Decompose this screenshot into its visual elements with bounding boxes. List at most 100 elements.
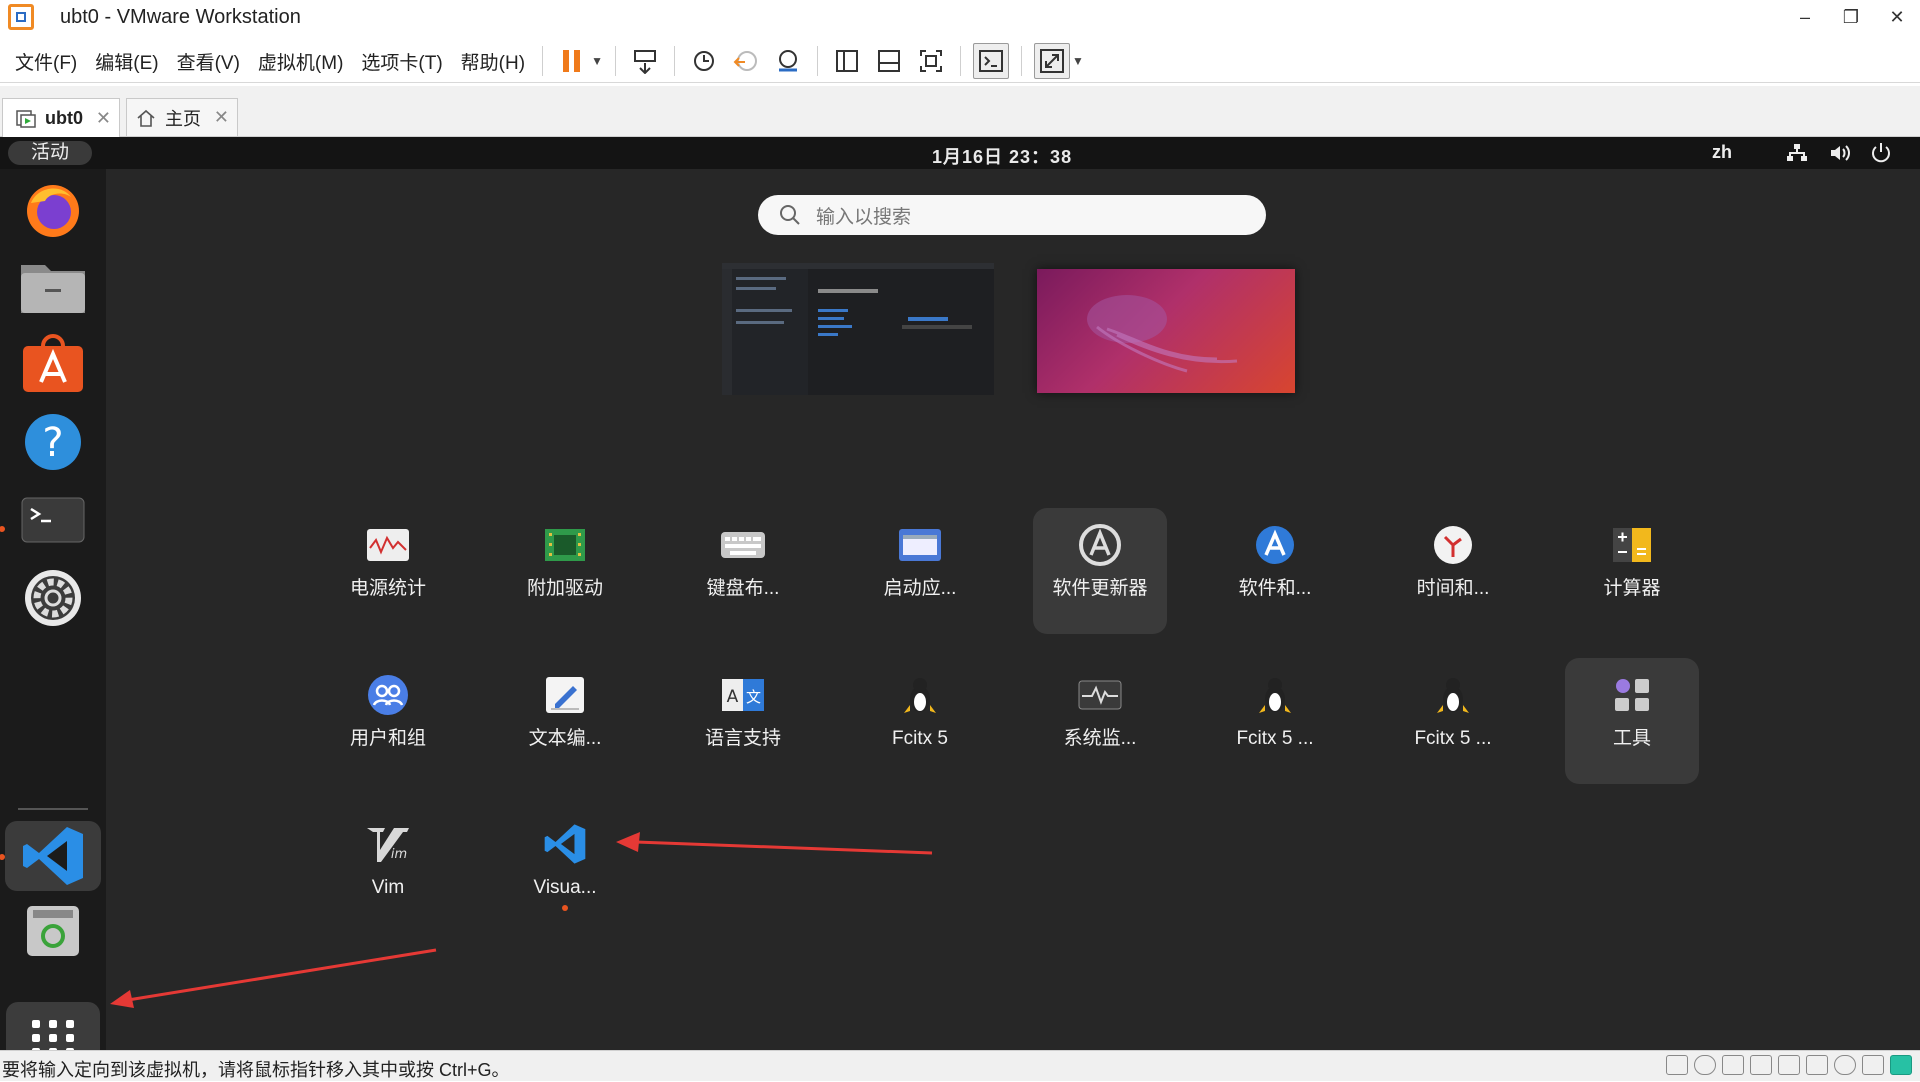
app-label: Vim [371,877,405,898]
app-software-updater[interactable]: 软件更新器 [1033,508,1167,634]
app-fcitx5-config[interactable]: Fcitx 5 ... [1208,658,1342,784]
thumbnail-button[interactable] [872,44,906,78]
volume-icon[interactable] [1828,141,1852,165]
pause-button[interactable] [555,44,589,78]
send-keys-button[interactable] [628,44,662,78]
workspace-thumbnail-vscode[interactable] [722,263,994,395]
app-keyboard-layout[interactable]: 键盘布... [676,508,810,634]
gnome-desktop: 活动 1月16日 23：38 zh ? 输入以搜索 电源统计 附加驱动 键盘布.… [0,137,1920,1050]
menu-view[interactable]: 查看(V) [170,48,249,75]
close-tab-icon[interactable]: ✕ [214,107,229,128]
usb-icon[interactable] [1750,1055,1772,1075]
app-calculator[interactable]: 计算器 [1565,508,1699,634]
keyboard-icon [720,522,766,568]
dock-terminal[interactable] [5,485,101,555]
network-icon[interactable] [1785,141,1809,165]
window-controls: – ❐ ✕ [1782,0,1920,34]
workspace-thumbnail-desktop[interactable] [1037,269,1295,393]
stretch-button[interactable] [1033,43,1070,79]
app-system-monitor[interactable]: 系统监... [1033,658,1167,784]
library-button[interactable] [830,44,864,78]
menu-help[interactable]: 帮助(H) [454,48,534,75]
fcitx-penguin-icon [897,672,943,718]
power-statistics-icon [365,522,411,568]
menu-tabs[interactable]: 选项卡(T) [354,48,451,75]
dock-settings[interactable] [5,563,101,633]
app-label: 系统监... [1063,728,1137,749]
snapshot-button[interactable] [687,44,721,78]
power-icon[interactable] [1869,141,1893,165]
search-box[interactable]: 输入以搜索 [758,195,1266,235]
menu-edit[interactable]: 编辑(E) [88,48,167,75]
app-vim[interactable]: im Vim [321,807,455,933]
dock-vscode[interactable] [5,821,101,891]
app-startup-applications[interactable]: 启动应... [853,508,987,634]
pause-dropdown-icon[interactable]: ▼ [591,54,603,68]
app-label: 文本编... [528,728,602,749]
app-additional-drivers[interactable]: 附加驱动 [498,508,632,634]
dock-files[interactable] [5,252,101,322]
printer-icon[interactable] [1806,1055,1828,1075]
gnome-top-bar: 活动 1月16日 23：38 zh [0,137,1920,169]
dock-app-center[interactable] [5,329,101,399]
dock-firefox[interactable] [5,174,101,244]
dock-separator [18,808,88,810]
fullscreen-icon [919,50,942,72]
app-label: 用户和组 [349,728,426,749]
status-message: 要将输入定向到该虚拟机，请将鼠标指针移入其中或按 Ctrl+G。 [2,1060,510,1080]
activities-button[interactable]: 活动 [8,141,92,165]
app-language-support[interactable]: A文 语言支持 [676,658,810,784]
snapshot-manager-icon [778,50,797,72]
app-fcitx5[interactable]: Fcitx 5 [853,658,987,784]
network-adapter-icon[interactable] [1722,1055,1744,1075]
search-icon [780,205,800,225]
calculator-icon [1609,522,1655,568]
close-tab-icon[interactable]: ✕ [96,108,111,129]
stretch-dropdown-icon[interactable]: ▼ [1072,54,1084,68]
app-time-date[interactable]: 时间和... [1386,508,1520,634]
display-icon[interactable] [1862,1055,1884,1075]
menu-vm[interactable]: 虚拟机(M) [251,48,352,75]
sound-card-icon[interactable] [1778,1055,1800,1075]
snapshot-manager-button[interactable] [771,44,805,78]
tab-home[interactable]: 主页 ✕ [126,98,238,136]
minimize-button[interactable]: – [1782,0,1828,34]
title-bar: ubt0 - VMware Workstation – ❐ ✕ [0,0,1920,34]
console-view-button[interactable] [972,43,1009,79]
chip-icon [542,522,588,568]
restore-button[interactable]: ❐ [1828,0,1874,34]
menu-file[interactable]: 文件(F) [8,48,86,75]
toolbar-separator [614,46,616,76]
software-sources-icon [1252,522,1298,568]
close-button[interactable]: ✕ [1874,0,1920,34]
app-software-sources[interactable]: 软件和... [1208,508,1342,634]
cd-dvd-icon[interactable] [1694,1055,1716,1075]
revert-snapshot-button[interactable] [729,44,763,78]
clock-icon [1430,522,1476,568]
snapshot-icon [693,51,714,71]
camera-icon[interactable] [1834,1055,1856,1075]
app-folder-utilities[interactable]: 工具 [1565,658,1699,784]
home-icon [137,109,155,127]
vm-tab-icon [16,110,36,128]
dock-trash[interactable] [5,895,101,965]
software-updater-icon [1077,522,1123,568]
app-visual-studio-code[interactable]: Visua... [498,807,632,933]
fullscreen-button[interactable] [914,44,948,78]
message-log-icon[interactable] [1890,1055,1912,1075]
app-fcitx5-migrator[interactable]: Fcitx 5 ... [1386,658,1520,784]
app-power-statistics[interactable]: 电源统计 [321,508,455,634]
input-method-indicator[interactable]: zh [1712,142,1732,163]
vm-display[interactable]: 活动 1月16日 23：38 zh ? 输入以搜索 电源统计 附加驱动 键盘布.… [0,137,1920,1050]
startup-apps-icon [897,522,943,568]
app-users-groups[interactable]: 用户和组 [321,658,455,784]
settings-icon [25,570,81,626]
app-text-editor[interactable]: 文本编... [498,658,632,784]
hard-disk-icon[interactable] [1666,1055,1688,1075]
toolbar-separator [542,46,544,76]
tab-label: ubt0 [45,107,83,128]
dock-help[interactable]: ? [5,407,101,477]
show-applications-button[interactable] [6,1002,100,1050]
tab-ubt0[interactable]: ubt0 ✕ [2,98,120,137]
clock[interactable]: 1月16日 23：38 [932,143,1072,169]
